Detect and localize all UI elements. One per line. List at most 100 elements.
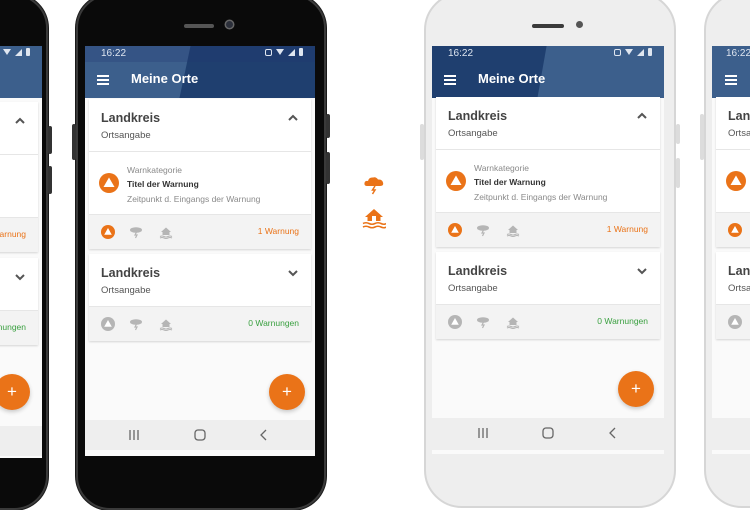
place-card[interactable]: 0 Warnungen <box>0 258 38 345</box>
status-time: 16:22 <box>726 48 750 59</box>
warning-item[interactable] <box>0 155 38 218</box>
place-card[interactable]: Landkreis Ortsangabe <box>716 252 750 339</box>
add-place-button[interactable]: + <box>618 371 654 407</box>
system-nav-bar <box>0 426 42 456</box>
place-card-header[interactable]: Landkreis Ortsangabe <box>89 254 311 307</box>
floating-icons <box>362 175 386 229</box>
place-card[interactable]: Landkreis Ortsangabe 0 Warnungen <box>89 254 311 341</box>
add-icon: + <box>282 382 292 401</box>
civil-protection-icon[interactable] <box>448 223 462 237</box>
system-icons <box>3 48 30 56</box>
side-button[interactable] <box>676 158 680 188</box>
storm-icon <box>364 177 384 195</box>
storm-icon[interactable] <box>476 223 490 237</box>
recent-apps-icon[interactable] <box>476 427 490 439</box>
warning-item[interactable] <box>716 150 750 213</box>
side-button <box>48 166 52 194</box>
district-name: Landkreis <box>448 264 508 278</box>
back-icon[interactable] <box>257 429 271 441</box>
civil-protection-icon[interactable] <box>728 315 742 329</box>
recent-apps-icon[interactable] <box>127 429 141 441</box>
power-button[interactable] <box>676 124 680 144</box>
storm-icon[interactable] <box>129 225 143 239</box>
place-card[interactable]: Landkreis Ortsangabe Warnkategorie Titel… <box>436 97 660 247</box>
flood-icon[interactable] <box>506 223 520 237</box>
place-card-footer: 0 Warnungen <box>89 307 311 341</box>
place-card-header[interactable] <box>0 102 38 155</box>
battery-icon <box>648 48 652 56</box>
side-button <box>48 126 52 154</box>
flood-icon[interactable] <box>159 225 173 239</box>
phone-right-partial: 16:22 Landkreis Ortsangabe Landkreis Ort… <box>700 0 750 508</box>
back-icon[interactable] <box>606 427 620 439</box>
district-name: Landkreis <box>448 109 508 123</box>
chevron-down-icon[interactable] <box>636 265 648 277</box>
app-bar: Meine Orte <box>85 62 315 98</box>
hamburger-menu-icon[interactable] <box>725 75 737 85</box>
flood-icon[interactable] <box>159 317 173 331</box>
location-name: Ortsangabe <box>448 283 498 294</box>
civil-protection-warning-icon <box>99 173 119 193</box>
place-card[interactable]: 1 Warnung <box>0 102 38 252</box>
place-card[interactable]: Landkreis Ortsangabe <box>716 97 750 247</box>
place-card-footer: 0 Warnungen <box>436 305 660 339</box>
chevron-up-icon[interactable] <box>636 110 648 122</box>
location-name: Ortsangabe <box>728 128 750 139</box>
place-card[interactable]: Landkreis Ortsangabe 0 Warnungen <box>436 252 660 339</box>
wifi-icon <box>3 49 11 55</box>
chevron-up-icon[interactable] <box>14 115 26 127</box>
place-card-header[interactable]: Landkreis Ortsangabe <box>436 252 660 305</box>
hamburger-menu-icon[interactable] <box>97 75 109 85</box>
add-place-button[interactable]: + <box>0 374 30 410</box>
phone-light: 16:22 Meine Orte Landkreis Ortsangabe Wa… <box>420 0 680 508</box>
place-card-header[interactable]: Landkreis Ortsangabe <box>716 97 750 150</box>
hamburger-menu-icon[interactable] <box>444 75 456 85</box>
district-name: Landkreis <box>101 111 161 125</box>
wifi-icon <box>625 49 633 55</box>
add-icon: + <box>7 382 17 401</box>
civil-protection-icon[interactable] <box>448 315 462 329</box>
civil-protection-icon[interactable] <box>728 223 742 237</box>
warning-title: Titel der Warnung <box>474 177 546 187</box>
volume-button[interactable] <box>72 124 76 160</box>
app-bar <box>712 62 750 98</box>
civil-protection-icon[interactable] <box>101 225 115 239</box>
place-card-header[interactable]: Landkreis Ortsangabe <box>89 99 311 152</box>
alarm-icon <box>265 48 272 56</box>
chevron-up-icon[interactable] <box>287 112 299 124</box>
flood-icon[interactable] <box>506 315 520 329</box>
home-icon[interactable] <box>193 429 207 441</box>
add-place-button[interactable]: + <box>269 374 305 410</box>
battery-icon <box>26 48 30 56</box>
status-bar <box>0 46 42 62</box>
volume-button[interactable] <box>420 124 424 160</box>
warning-count: 0 Warnungen <box>597 316 648 326</box>
warning-item[interactable]: Warnkategorie Titel der Warnung Zeitpunk… <box>436 150 660 213</box>
place-card-footer: 1 Warnung <box>89 215 311 249</box>
warning-item[interactable]: Warnkategorie Titel der Warnung Zeitpunk… <box>89 152 311 215</box>
place-card-header[interactable]: Landkreis Ortsangabe <box>716 252 750 305</box>
page-title: Meine Orte <box>131 71 199 86</box>
warning-received-time: Zeitpunkt d. Eingangs der Warnung <box>127 194 261 204</box>
place-card[interactable]: Landkreis Ortsangabe Warnkategorie Titel… <box>89 99 311 249</box>
chevron-down-icon[interactable] <box>287 267 299 279</box>
system-icons <box>614 48 652 56</box>
battery-icon <box>299 48 303 56</box>
place-card-footer: 1 Warnung <box>436 213 660 247</box>
power-button[interactable] <box>326 114 330 138</box>
side-button[interactable] <box>326 152 330 184</box>
system-nav-bar <box>712 418 750 450</box>
app-bar: Meine Orte <box>432 62 664 98</box>
front-camera <box>576 21 583 28</box>
signal-icon <box>637 48 644 56</box>
alarm-icon <box>614 48 621 56</box>
civil-protection-icon[interactable] <box>101 317 115 331</box>
speaker-grille <box>532 24 564 28</box>
place-card-header[interactable]: Landkreis Ortsangabe <box>436 97 660 150</box>
place-card-header[interactable] <box>0 258 38 311</box>
storm-icon[interactable] <box>476 315 490 329</box>
storm-icon[interactable] <box>129 317 143 331</box>
warning-category: Warnkategorie <box>474 163 529 173</box>
home-icon[interactable] <box>541 427 555 439</box>
chevron-down-icon[interactable] <box>14 271 26 283</box>
